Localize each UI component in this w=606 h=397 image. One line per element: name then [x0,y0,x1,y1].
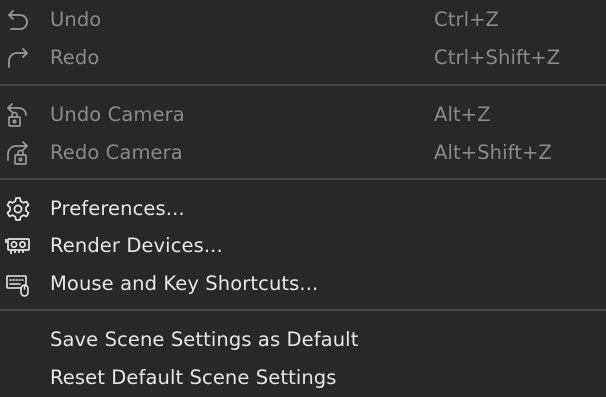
shortcut-label: Alt+Shift+Z [434,141,552,164]
gpu-icon [3,232,33,260]
menu-item-label: Undo Camera [50,103,185,126]
redo-icon [3,44,33,72]
menu-item-label: Undo [50,8,102,31]
menu-separator [0,309,606,311]
undo-camera-icon [3,101,33,129]
menu-item-render-devices[interactable]: Render Devices... [0,227,606,265]
menu-item-label: Render Devices... [50,234,223,257]
menu-item-preferences[interactable]: Preferences... [0,190,606,228]
shortcut-label: Alt+Z [434,103,491,126]
shortcut-label: Ctrl+Shift+Z [434,46,561,69]
shortcut-label: Ctrl+Z [434,8,499,31]
undo-icon [3,6,33,34]
menu-item-shortcuts[interactable]: Mouse and Key Shortcuts... [0,265,606,303]
menu-item-redo-camera[interactable]: Redo Camera Alt+Shift+Z [0,134,606,172]
menu-item-undo-camera[interactable]: Undo Camera Alt+Z [0,96,606,134]
gear-icon [3,195,33,223]
menu-item-reset-defaults[interactable]: Reset Default Scene Settings [0,359,606,397]
menu-item-redo[interactable]: Redo Ctrl+Shift+Z [0,39,606,77]
menu-separator [0,178,606,180]
menu-item-save-defaults[interactable]: Save Scene Settings as Default [0,321,606,359]
menu-item-label: Reset Default Scene Settings [50,366,337,389]
menu-item-label: Mouse and Key Shortcuts... [50,272,319,295]
menu-item-label: Save Scene Settings as Default [50,328,359,351]
menu-item-label: Preferences... [50,197,185,220]
edit-menu: Undo Ctrl+Z Redo Ctrl+Shift+Z Undo Camer… [0,0,606,396]
menu-item-label: Redo Camera [50,141,183,164]
keyboard-mouse-icon [3,270,33,298]
menu-item-undo[interactable]: Undo Ctrl+Z [0,1,606,39]
menu-item-label: Redo [50,46,100,69]
redo-camera-icon [3,139,33,167]
menu-separator [0,84,606,86]
